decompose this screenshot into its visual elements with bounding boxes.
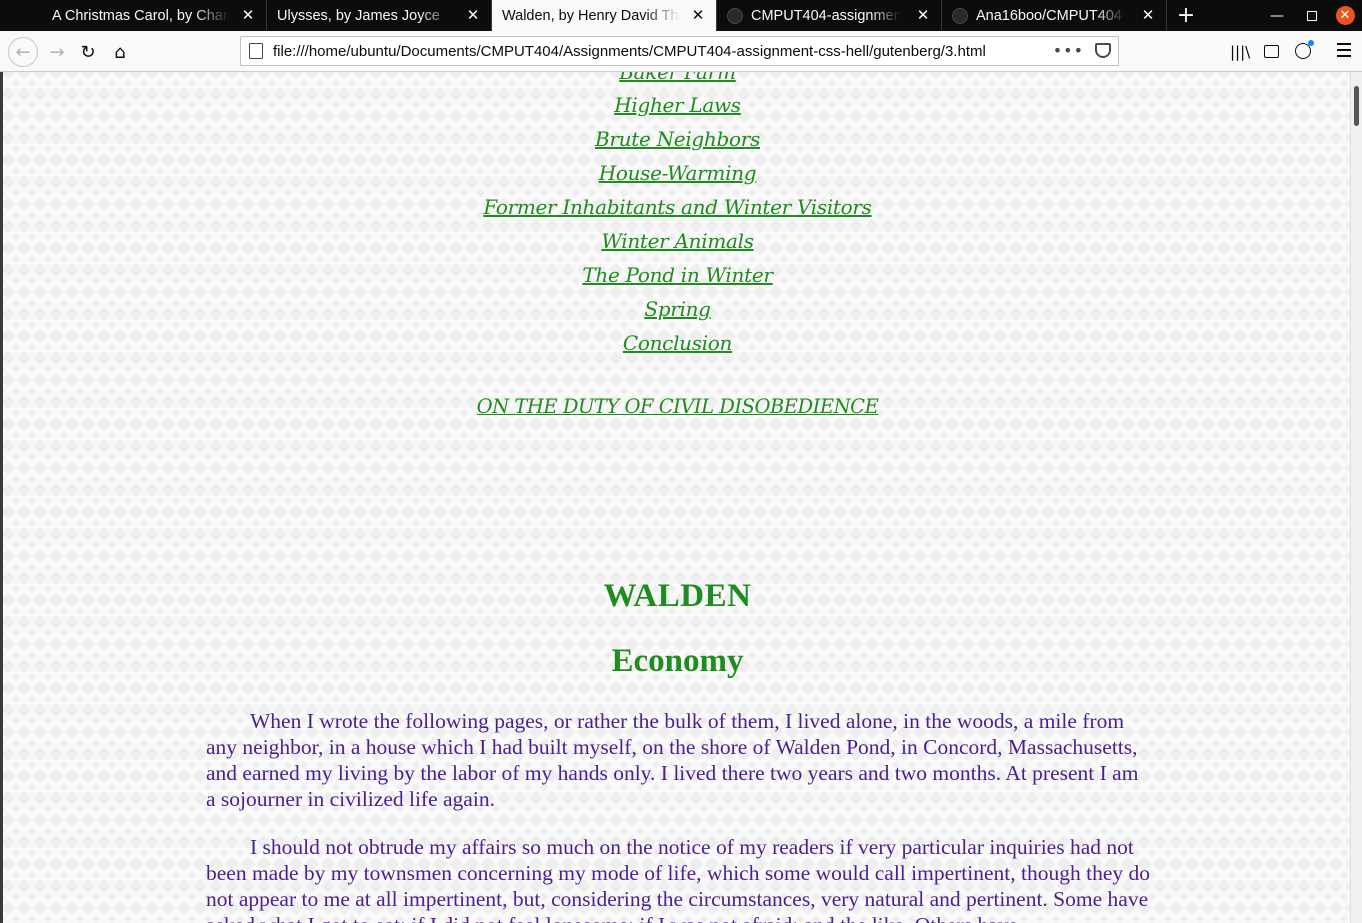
body-paragraph: I should not obtrude my affairs so much … [206, 835, 1150, 923]
toc-link-baker-farm[interactable]: Baker Farm [0, 72, 1355, 84]
toc-link-winter-animals[interactable]: Winter Animals [0, 229, 1355, 253]
tab-christmas-carol[interactable]: A Christmas Carol, by Charles Dickens ✕ [42, 0, 267, 31]
close-icon[interactable]: ✕ [690, 7, 706, 23]
library-icon[interactable]: |||\ [1230, 43, 1250, 61]
tab-ana16boo-repo[interactable]: Ana16boo/CMPUT404-assignment ✕ [942, 0, 1167, 31]
scrollbar-track[interactable] [1350, 72, 1362, 923]
github-icon [727, 7, 743, 24]
toc-link-civil-disobedience[interactable]: ON THE DUTY OF CIVIL DISOBEDIENCE [0, 395, 1355, 418]
forward-button[interactable]: → [42, 37, 72, 67]
window-edge [0, 72, 3, 923]
close-icon[interactable]: ✕ [915, 7, 931, 23]
chapter-title: Economy [611, 643, 744, 679]
tab-cmput404-assignment[interactable]: CMPUT404-assignment-css-hell ✕ [717, 0, 942, 31]
tab-walden[interactable]: Walden, by Henry David Thoreau ✕ [492, 0, 717, 31]
address-bar[interactable]: file:///home/ubuntu/Documents/CMPUT404/A… [240, 36, 1119, 66]
tab-strip: A Christmas Carol, by Charles Dickens ✕ … [0, 0, 1362, 31]
maximize-button[interactable] [1300, 0, 1324, 31]
toc-link-conclusion[interactable]: Conclusion [0, 331, 1355, 355]
minimize-button[interactable]: — [1265, 0, 1289, 31]
notification-dot [1308, 40, 1314, 46]
toc-link-higher-laws[interactable]: Higher Laws [0, 93, 1355, 117]
sidebar-icon[interactable] [1264, 45, 1279, 58]
reload-button[interactable]: ↻ [73, 37, 103, 67]
toc-link-brute-neighbors[interactable]: Brute Neighbors [0, 127, 1355, 151]
close-icon: ✕ [1335, 6, 1355, 25]
body-paragraph: When I wrote the following pages, or rat… [206, 709, 1139, 811]
window-close-button[interactable]: ✕ [1335, 0, 1355, 31]
tab-title: Ulysses, by James Joyce [277, 7, 440, 24]
page-icon [249, 43, 263, 59]
tab-title: A Christmas Carol, by Charles Dickens [52, 7, 230, 24]
github-icon [952, 7, 968, 24]
toc-link-pond-in-winter[interactable]: The Pond in Winter [0, 263, 1355, 287]
pocket-icon[interactable] [1095, 43, 1111, 58]
tab-title: Walden, by Henry David Thoreau [502, 7, 680, 24]
tab-title: Ana16boo/CMPUT404-assignment [976, 7, 1126, 24]
back-button[interactable]: ← [8, 37, 38, 67]
toc-link-spring[interactable]: Spring [0, 297, 1355, 321]
toc-link-house-warming[interactable]: House-Warming [0, 161, 1355, 185]
book-title: WALDEN [603, 578, 752, 614]
home-button[interactable]: ⌂ [105, 37, 135, 67]
close-icon[interactable]: ✕ [240, 7, 256, 23]
close-icon[interactable]: ✕ [465, 7, 481, 23]
tab-title: CMPUT404-assignment-css-hell [751, 7, 901, 24]
navigation-toolbar: ← → ↻ ⌂ file:///home/ubuntu/Documents/CM… [0, 31, 1362, 72]
maximize-icon [1307, 10, 1317, 21]
tab-ulysses[interactable]: Ulysses, by James Joyce ✕ [267, 0, 492, 31]
page-content: Baker Farm Higher Laws Brute Neighbors H… [0, 72, 1362, 923]
close-icon[interactable]: ✕ [1140, 7, 1156, 23]
scrollbar-thumb[interactable] [1354, 86, 1359, 126]
url-text[interactable]: file:///home/ubuntu/Documents/CMPUT404/A… [273, 43, 986, 60]
tab-strip-spacer [0, 0, 42, 31]
hamburger-menu-icon[interactable] [1337, 43, 1351, 61]
new-tab-button[interactable]: + [1169, 0, 1203, 31]
page-actions-menu-icon[interactable]: ••• [1053, 41, 1084, 60]
toc-link-former-inhabitants[interactable]: Former Inhabitants and Winter Visitors [0, 195, 1355, 219]
